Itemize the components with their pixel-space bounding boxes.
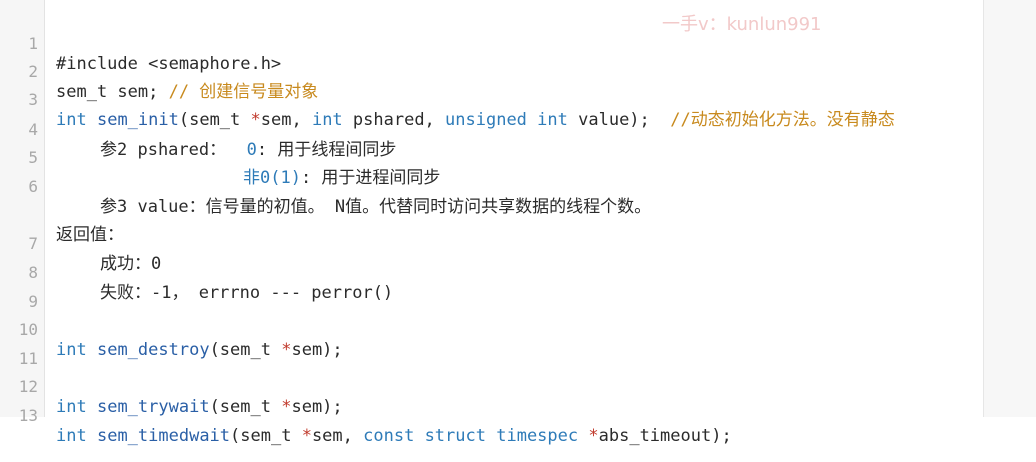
line-number: 13 [18,406,38,425]
code-line[interactable]: 7 成功：0 [0,210,984,274]
editor-right-margin [983,0,1036,417]
code-line[interactable]: 返回值： [0,181,984,245]
code-line[interactable]: 3 int sem_init(sem_t *sem, int pshared, … [0,66,984,130]
function-name: sem_timedwait [96,426,231,446]
code-line[interactable]: 4 参2 pshared： 0: 用于线程间同步 [0,96,984,160]
code-text: int sem_timedwait(sem_t *sem, const stru… [56,426,732,446]
code-line[interactable]: 11 [0,325,984,368]
code-line[interactable]: 2 sem_t sem; // 创建信号量对象 [0,38,984,102]
code-line[interactable]: 6 参3 value：信号量的初值。 N值。代替同时访问共享数据的线程个数。 [0,153,984,217]
code-line[interactable]: 5 非0(1): 用于进程间同步 [0,124,984,188]
code-line[interactable]: 8 失败：-1， errrno --- perror() [0,239,984,303]
code-line[interactable]: 1 #include <semaphore.h> [0,10,984,74]
code-editor[interactable]: 一手v：kunlun991 1 #include <semaphore.h> 2… [0,0,1036,446]
code-line[interactable]: 12 int sem_trywait(sem_t *sem); [0,353,984,417]
code-line[interactable]: 9 [0,268,984,311]
code-line[interactable]: 10 int sem_destroy(sem_t *sem); [0,296,984,360]
code-line[interactable]: 13 int sem_timedwait(sem_t *sem, const s… [0,382,984,446]
